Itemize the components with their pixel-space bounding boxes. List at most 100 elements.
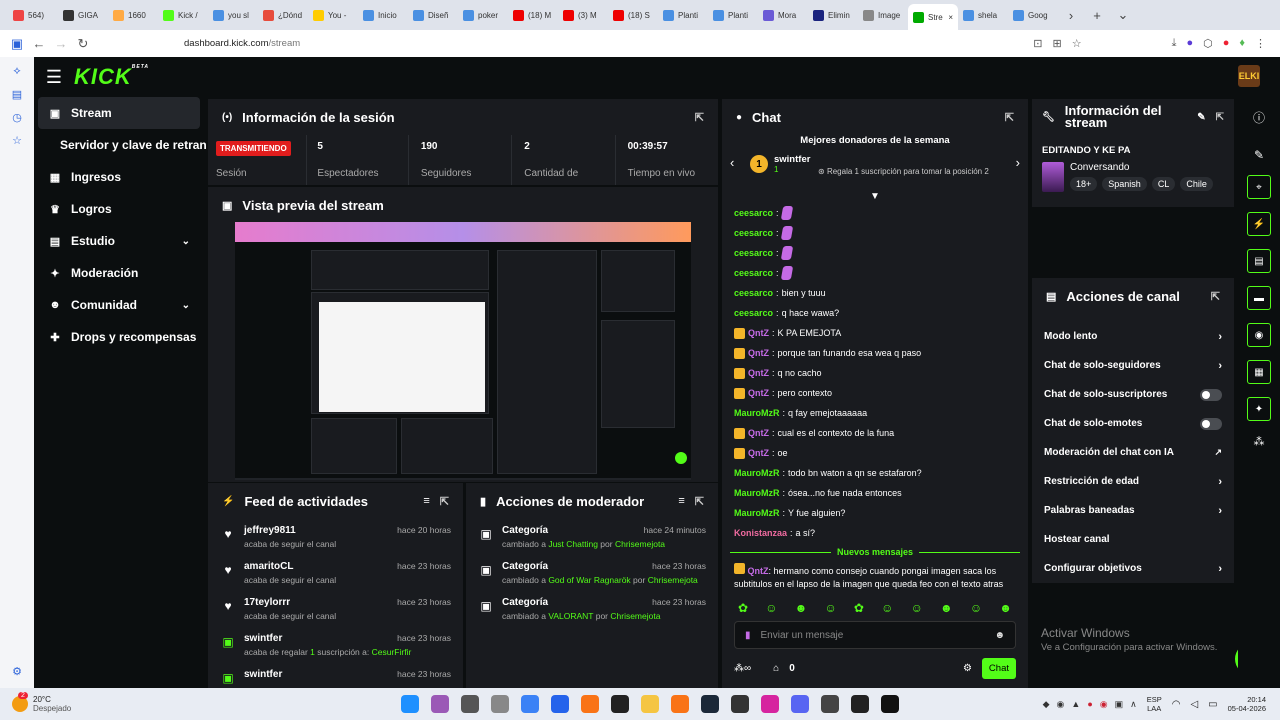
browser-tab[interactable]: (3) M [558, 3, 608, 27]
screenshot-icon[interactable]: ⊞ [1052, 37, 1061, 50]
kick-logo[interactable]: KICKBETA [74, 64, 149, 90]
browser-tab[interactable]: shela [958, 3, 1008, 27]
activity-user[interactable]: swintfer [244, 669, 282, 680]
browser-tab[interactable]: (18) M [508, 3, 558, 27]
chat-settings-icon[interactable]: ⚙ [963, 663, 972, 674]
channel-action-item[interactable]: Hostear canal [1032, 525, 1234, 554]
category-link[interactable]: God of War Ragnarök [548, 575, 630, 585]
activity-user[interactable]: 17teylorrr [244, 597, 290, 608]
activity-user[interactable]: swintfer [244, 633, 282, 644]
tab-scroll-icon[interactable]: › [1058, 8, 1084, 23]
popout-icon[interactable]: ⇱ [1005, 111, 1014, 124]
explorer-icon[interactable] [641, 695, 660, 713]
browser-tab[interactable]: Diseñ [408, 3, 458, 27]
toggle-switch[interactable] [1200, 417, 1222, 430]
filter-icon[interactable]: ≡ [678, 495, 684, 507]
chat-username[interactable]: QntZ [748, 448, 769, 458]
sidebar-item-stream[interactable]: ▣ Stream [38, 97, 200, 129]
chat-username[interactable]: ceesarco [734, 228, 773, 238]
sidebar-item-logros[interactable]: ♛ Logros [34, 193, 206, 225]
browser-tab[interactable]: Planti [708, 3, 758, 27]
browser-tab[interactable]: Elimin [808, 3, 858, 27]
tag[interactable]: Chile [1180, 177, 1213, 191]
tray-icon[interactable]: ◆ [1043, 699, 1050, 710]
mic-icon[interactable]: ▮ [745, 630, 751, 641]
moderator-link[interactable]: Chrisemejota [615, 539, 665, 549]
bolt-icon[interactable]: ⚡ [1247, 212, 1271, 236]
chat-scroll-down-icon[interactable]: ▼ [722, 191, 1028, 203]
app-icon[interactable] [731, 695, 750, 713]
chat-username[interactable]: QntZ [748, 428, 769, 438]
chat-username[interactable]: ceesarco [734, 288, 773, 298]
outlook-icon[interactable] [551, 695, 570, 713]
tag[interactable]: Spanish [1102, 177, 1147, 191]
emote-icon[interactable]: ✿ [854, 601, 864, 615]
emote-icon[interactable]: ☺ [765, 601, 777, 615]
weather-widget[interactable]: 2 20°C Despejado [12, 692, 71, 713]
gift-target[interactable]: CesurFirfir [372, 647, 412, 657]
chat-username[interactable]: MauroMzR [734, 408, 780, 418]
tray-icon[interactable]: ▲ [1071, 699, 1080, 710]
browser-tab[interactable]: Kick / [158, 3, 208, 27]
tray-icon[interactable]: ▣ [1115, 699, 1124, 710]
filter-icon[interactable]: ≡ [423, 495, 429, 507]
settings-icon[interactable]: ⚙ [12, 665, 22, 678]
volume-icon[interactable]: ◁ [1190, 699, 1198, 710]
side-panel-icon-1[interactable]: ⟡ [13, 65, 20, 78]
more-menu-icon[interactable]: ⋮ [1255, 37, 1266, 50]
chat-bubble-icon[interactable]: ▬ [1247, 286, 1271, 310]
back-icon[interactable]: ← [28, 36, 50, 51]
chat-send-button[interactable]: Chat [981, 657, 1016, 679]
tag[interactable]: 18+ [1070, 177, 1098, 191]
emoji-picker-icon[interactable]: ☻ [994, 630, 1005, 641]
browser-tab[interactable]: Stre × [908, 4, 958, 30]
stream-preview-video[interactable] [235, 222, 691, 480]
discord-icon[interactable] [791, 695, 810, 713]
channel-action-item[interactable]: Chat de solo-emotes [1032, 409, 1234, 438]
browser-tab[interactable]: ¿Dónd [258, 3, 308, 27]
url-field[interactable]: dashboard.kick.com/stream [184, 38, 300, 49]
emote-icon[interactable]: ☻ [999, 601, 1012, 615]
tray-icon[interactable]: ◉ [1100, 699, 1108, 710]
menu-icon[interactable]: ☰ [34, 67, 74, 88]
channel-action-item[interactable]: Chat de solo-seguidores › [1032, 351, 1234, 380]
sidebar-item-ingresos[interactable]: ▦ Ingresos [34, 161, 206, 193]
install-icon[interactable]: ⊡ [1033, 37, 1042, 50]
browser-tab[interactable]: You - [308, 3, 358, 27]
edit-layout-icon[interactable]: ✎ [1254, 148, 1264, 162]
category-link[interactable]: VALORANT [548, 611, 593, 621]
app-icon[interactable] [821, 695, 840, 713]
chat-username[interactable]: MauroMzR [734, 488, 780, 498]
chat-username[interactable]: MauroMzR [734, 508, 780, 518]
teams-icon[interactable] [581, 695, 600, 713]
steam-icon[interactable] [701, 695, 720, 713]
tag[interactable]: CL [1151, 177, 1176, 191]
emote-icon[interactable]: ☺ [970, 601, 982, 615]
chat-username[interactable]: ceesarco [734, 208, 773, 218]
points-icon[interactable]: ⁂ [1254, 435, 1265, 448]
sidebar-item-estudio[interactable]: ▤ Estudio ⌄ [34, 225, 206, 257]
wrench-icon[interactable]: ✦ [1247, 397, 1271, 421]
chat-username[interactable]: ceesarco [734, 248, 773, 258]
document-icon[interactable]: ▤ [1247, 249, 1271, 273]
sidebar-item-moderación[interactable]: ✦ Moderación [34, 257, 206, 289]
moderator-link[interactable]: Chrisemejota [648, 575, 698, 585]
media-player-icon[interactable] [881, 695, 900, 713]
browser-tab[interactable]: poker [458, 3, 508, 27]
activity-user[interactable]: jeffrey9811 [244, 525, 296, 536]
popout-icon[interactable]: ⇱ [695, 111, 704, 124]
browser-tab[interactable]: 1660 [108, 3, 158, 27]
gift-cta[interactable]: ⊛ Regala 1 suscripción para tomar la pos… [818, 167, 989, 176]
emote-icon[interactable]: ✿ [738, 601, 748, 615]
taskview-icon[interactable] [491, 695, 510, 713]
chat-username[interactable]: ceesarco [734, 308, 773, 318]
github-icon[interactable] [851, 695, 870, 713]
chat-username[interactable]: QntZ [748, 328, 769, 338]
moderator-icon[interactable]: ▦ [1247, 360, 1271, 384]
edit-icon[interactable]: ✎ [1197, 112, 1205, 123]
forward-icon[interactable]: → [50, 36, 72, 51]
browser-tab[interactable]: (18) S [608, 3, 658, 27]
broadcast-icon[interactable]: ◉ [1247, 323, 1271, 347]
history-icon[interactable]: ◷ [12, 111, 22, 124]
chat-username[interactable]: MauroMzR [734, 468, 780, 478]
